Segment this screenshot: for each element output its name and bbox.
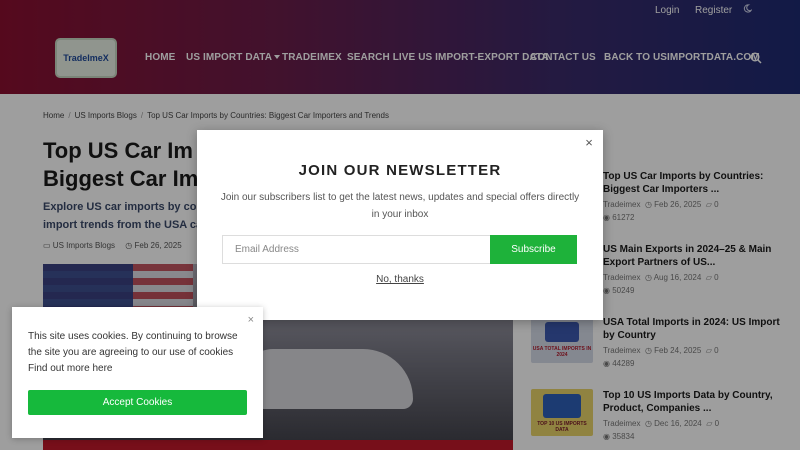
newsletter-title: JOIN OUR NEWSLETTER xyxy=(298,162,502,179)
newsletter-text: Join our subscribers list to get the lat… xyxy=(220,192,580,220)
close-icon[interactable]: × xyxy=(584,136,594,149)
cookie-text: This site uses cookies. By continuing to… xyxy=(28,331,238,374)
subscribe-button[interactable]: Subscribe xyxy=(490,235,577,264)
accept-cookies-button[interactable]: Accept Cookies xyxy=(28,390,247,415)
email-field[interactable] xyxy=(222,235,491,264)
no-thanks-link[interactable]: No, thanks xyxy=(197,274,603,285)
cookie-notice: × This site uses cookies. By continuing … xyxy=(12,307,263,438)
newsletter-modal: × JOIN OUR NEWSLETTER Join our subscribe… xyxy=(197,130,603,320)
close-icon[interactable]: × xyxy=(248,315,254,326)
